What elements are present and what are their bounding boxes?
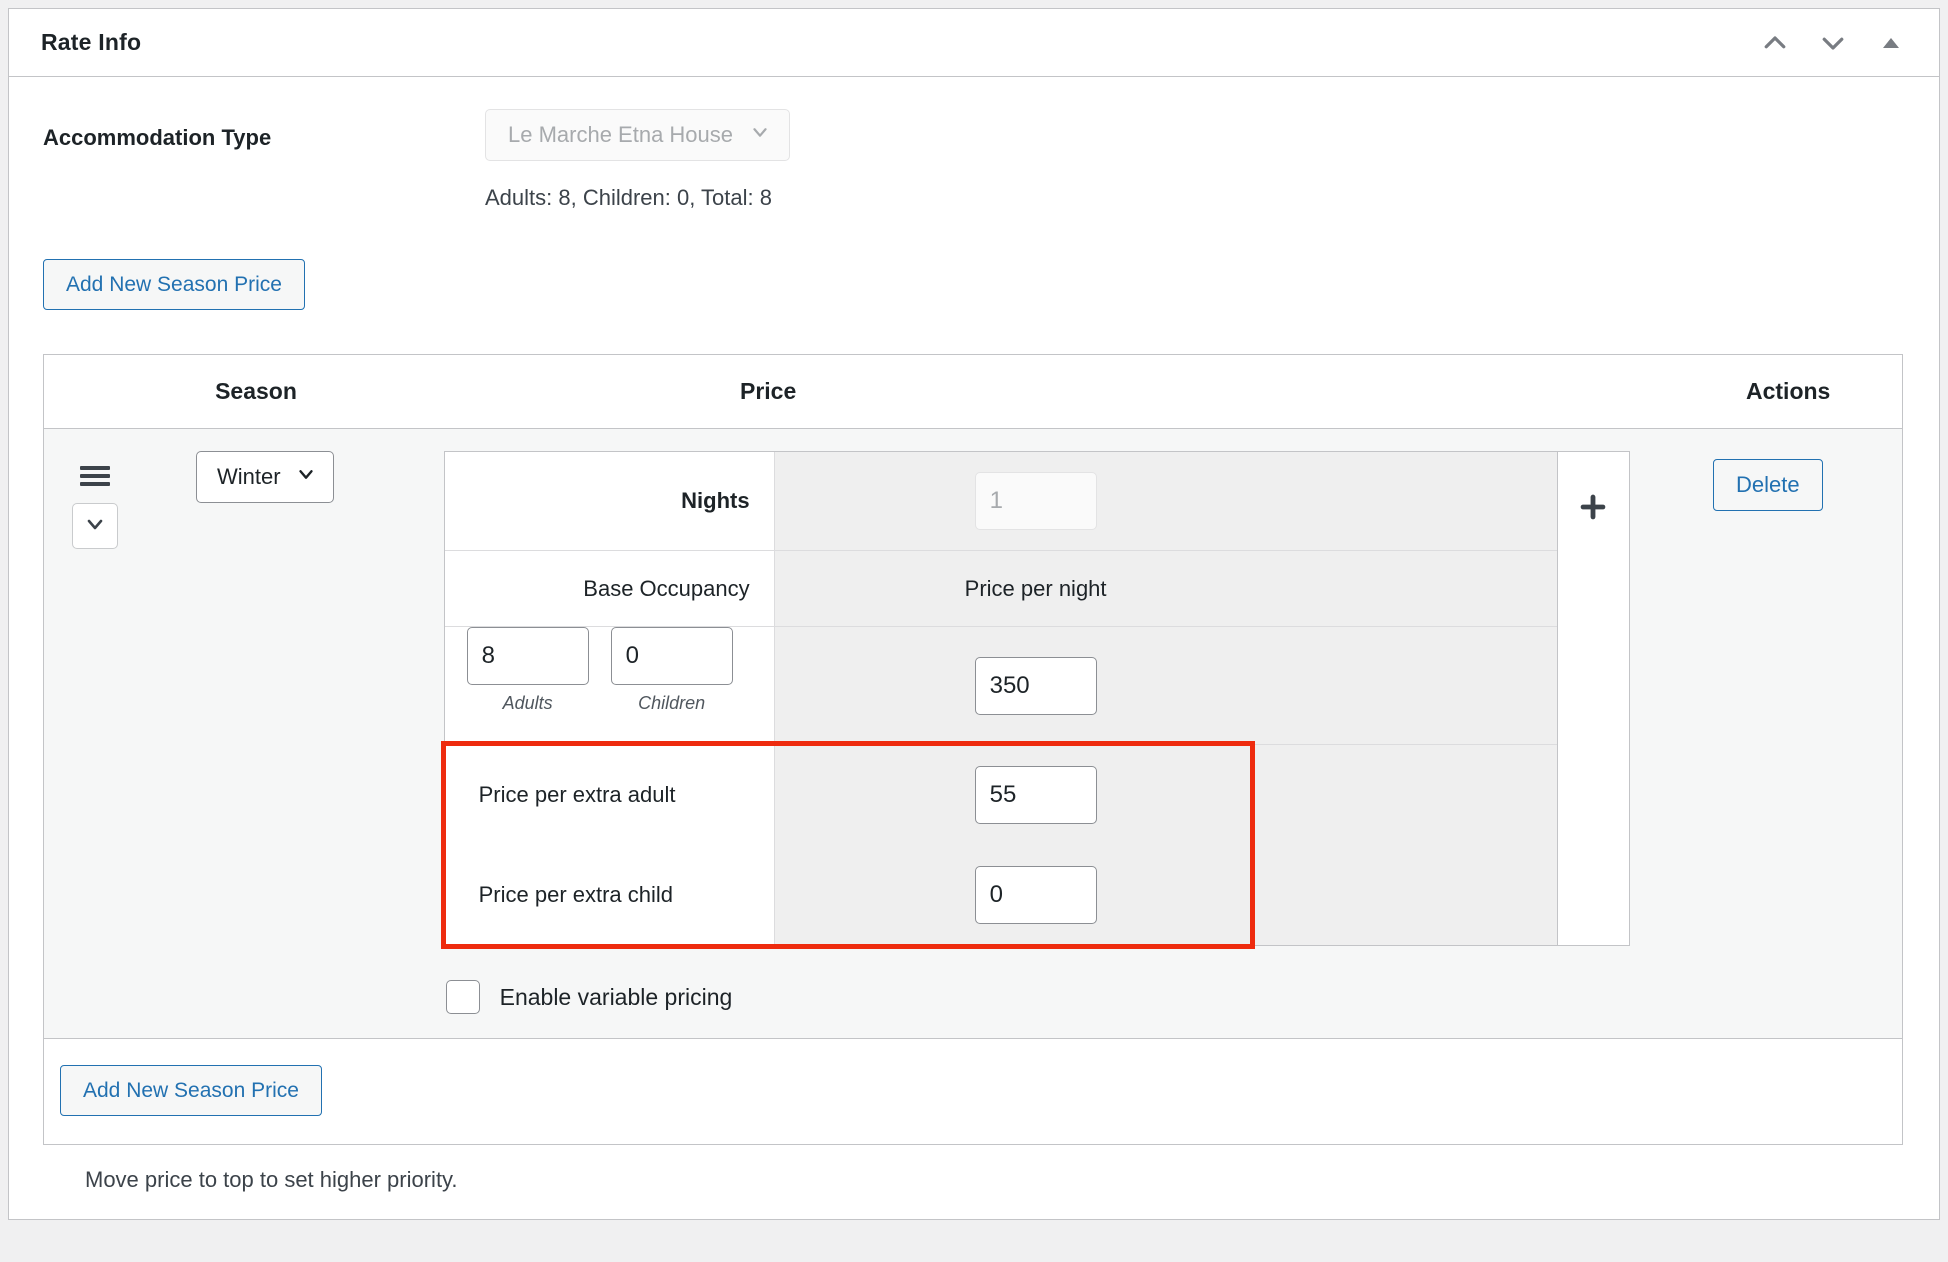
- metabox-header: Rate Info: [9, 9, 1939, 77]
- adults-input[interactable]: [466, 627, 589, 686]
- metabox-body: Accommodation Type Le Marche Etna House …: [9, 77, 1939, 1220]
- extra-child-line: Price per extra child: [444, 845, 1557, 946]
- enable-variable-pricing-checkbox[interactable]: [445, 980, 480, 1015]
- chevron-down-icon: [749, 121, 771, 149]
- extra-child-label: Price per extra child: [444, 845, 775, 946]
- extra-adult-label: Price per extra adult: [444, 745, 775, 846]
- base-occupancy-label: Base Occupancy: [444, 551, 775, 627]
- page-title: Rate Info: [41, 29, 142, 55]
- drag-handle-icon[interactable]: [74, 457, 116, 493]
- season-select[interactable]: Winter: [196, 451, 334, 504]
- accommodation-type-row: Accommodation Type Le Marche Etna House …: [37, 109, 1911, 211]
- column-header-actions: Actions: [1746, 378, 1831, 405]
- move-down-icon[interactable]: [1811, 21, 1855, 65]
- column-header-season: Season: [215, 378, 297, 405]
- nights-input[interactable]: 1: [974, 472, 1097, 531]
- actions-cell: Delete: [1634, 451, 1902, 512]
- price-cell: Nights 1 Base Occupancy Price per night: [440, 451, 1634, 1015]
- price-per-night-value-cell: [774, 627, 1557, 745]
- nights-value-cell: 1: [774, 452, 1557, 551]
- extra-guest-pricing-section: Price per extra adult Price per extra ch…: [440, 741, 1557, 950]
- price-per-night-header-line: Base Occupancy Price per night: [444, 550, 1557, 627]
- toggle-panel-icon[interactable]: [1869, 21, 1913, 65]
- add-price-column-button[interactable]: [1556, 452, 1629, 946]
- season-select-value: Winter: [217, 464, 281, 490]
- delete-button[interactable]: Delete: [1713, 459, 1823, 512]
- accommodation-type-fields: Le Marche Etna House Adults: 8, Children…: [485, 109, 791, 211]
- nights-line: Nights 1: [444, 452, 1557, 551]
- rate-info-page: Rate Info Accommodation Type Le Marche E…: [0, 0, 1948, 1262]
- base-occupancy-inputs: Adults Children: [444, 627, 775, 745]
- season-price-table-header: Season Price Actions: [44, 355, 1902, 430]
- extra-child-input[interactable]: [974, 866, 1097, 925]
- accommodation-type-label: Accommodation Type: [43, 125, 272, 150]
- extra-child-value-cell: [774, 845, 1557, 946]
- price-grid-main: Nights 1 Base Occupancy Price per night: [440, 452, 1557, 950]
- priority-helper-text: Move price to top to set higher priority…: [85, 1167, 458, 1193]
- occupancy-summary: Adults: 8, Children: 0, Total: 8: [485, 185, 772, 210]
- add-new-season-price-top-wrap: Add New Season Price: [37, 259, 1911, 311]
- add-new-season-price-bottom-button[interactable]: Add New Season Price: [60, 1065, 322, 1117]
- extra-adult-value-cell: [774, 745, 1557, 846]
- rate-info-metabox: Rate Info Accommodation Type Le Marche E…: [8, 8, 1940, 1221]
- price-per-night-label: Price per night: [774, 551, 1557, 627]
- move-up-icon[interactable]: [1753, 21, 1797, 65]
- accommodation-type-select[interactable]: Le Marche Etna House: [485, 109, 791, 161]
- extra-adult-input[interactable]: [974, 766, 1097, 825]
- season-price-table-footer: Add New Season Price: [44, 1039, 1902, 1145]
- metabox-header-actions: [1753, 21, 1913, 65]
- chevron-down-icon: [295, 463, 317, 491]
- price-per-night-input[interactable]: [974, 656, 1097, 715]
- adults-caption: Adults: [502, 693, 553, 714]
- children-caption: Children: [638, 693, 706, 714]
- adults-field: Adults: [466, 627, 589, 744]
- base-occupancy-line: Adults Children: [444, 626, 1557, 745]
- enable-variable-pricing-row: Enable variable pricing: [444, 980, 1630, 1015]
- add-new-season-price-top-button[interactable]: Add New Season Price: [43, 259, 305, 311]
- move-row-down-button[interactable]: [72, 503, 118, 550]
- table-row: Winter Nights 1 Base Occupancy Price per…: [44, 429, 1902, 1040]
- row-controls: [72, 451, 118, 550]
- price-grid: Nights 1 Base Occupancy Price per night: [440, 451, 1630, 950]
- nights-label: Nights: [444, 452, 775, 551]
- chevron-down-icon: [83, 512, 107, 541]
- season-cell: Winter: [44, 451, 444, 550]
- children-field: Children: [610, 627, 733, 744]
- season-price-table: Season Price Actions Winter Nights 1 Bas…: [43, 354, 1903, 1146]
- children-input[interactable]: [610, 627, 733, 686]
- extra-adult-line: Price per extra adult: [444, 745, 1557, 846]
- plus-icon: [1576, 490, 1610, 529]
- accommodation-type-value: Le Marche Etna House: [508, 122, 734, 147]
- enable-variable-pricing-label: Enable variable pricing: [499, 983, 733, 1010]
- column-header-price: Price: [740, 378, 797, 405]
